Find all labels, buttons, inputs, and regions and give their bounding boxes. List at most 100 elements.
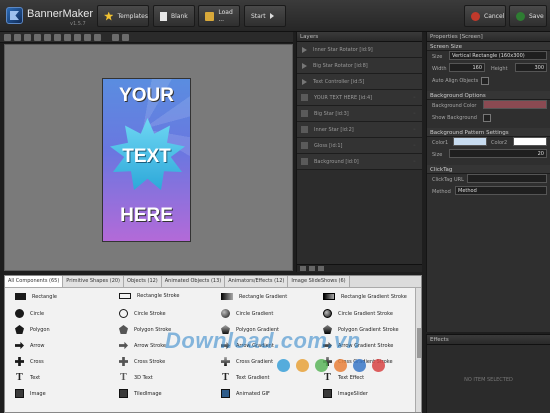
visibility-icon[interactable]: ◦ bbox=[413, 127, 416, 133]
components-tabs: All Components (65) Primitive Shapes (20… bbox=[5, 276, 421, 288]
tab-animators-effects[interactable]: Animators/Effects (12) bbox=[225, 276, 289, 287]
load-button[interactable]: Load ... bbox=[198, 5, 240, 27]
stage-canvas[interactable]: YOUR TEXT HERE bbox=[4, 44, 293, 271]
tab-animated-objects[interactable]: Animated Objects (13) bbox=[161, 276, 226, 287]
size-select[interactable]: Vertical Rectangle (160x300) bbox=[449, 51, 547, 60]
component-item[interactable]: Polygon bbox=[15, 325, 50, 334]
clicktag-url-input[interactable] bbox=[467, 174, 547, 183]
align-top-icon[interactable] bbox=[34, 34, 41, 41]
show-bg-checkbox[interactable] bbox=[483, 114, 491, 122]
component-item[interactable]: Cross bbox=[15, 357, 44, 366]
align-bottom-icon[interactable] bbox=[54, 34, 61, 41]
circle-icon bbox=[15, 309, 24, 318]
banner-text-middle[interactable]: TEXT bbox=[103, 146, 190, 168]
component-item[interactable]: T Text bbox=[15, 373, 40, 383]
component-item[interactable]: Circle Gradient Stroke bbox=[323, 309, 393, 318]
blank-button[interactable]: Blank bbox=[153, 5, 195, 27]
component-label: Rectangle Stroke bbox=[137, 293, 180, 299]
component-item[interactable]: Cross Gradient bbox=[221, 357, 273, 366]
3d-text-icon: T bbox=[120, 372, 127, 383]
components-scrollbar[interactable] bbox=[415, 288, 421, 412]
effects-empty-text: NO ITEM SELECTED bbox=[464, 377, 513, 383]
component-item[interactable]: Circle Stroke bbox=[119, 309, 166, 318]
color1-swatch[interactable] bbox=[453, 137, 487, 146]
cross-gradient-icon bbox=[221, 357, 230, 366]
undo-icon[interactable] bbox=[112, 34, 119, 41]
visibility-icon[interactable]: ◦ bbox=[413, 143, 416, 149]
cut-icon[interactable] bbox=[74, 34, 81, 41]
start-label: Start bbox=[251, 12, 266, 20]
clicktag-header[interactable]: ClickTag bbox=[427, 165, 550, 174]
component-item[interactable]: Rectangle Gradient Stroke bbox=[323, 293, 407, 300]
watermark-dot bbox=[372, 359, 385, 372]
tab-image-slideshows[interactable]: Image SlideShows (6) bbox=[288, 276, 350, 287]
component-item[interactable]: Arrow Stroke bbox=[119, 341, 166, 350]
color2-swatch[interactable] bbox=[513, 137, 547, 146]
scrollbar-thumb[interactable] bbox=[417, 328, 421, 358]
component-item[interactable]: Cross Stroke bbox=[119, 357, 165, 366]
save-button[interactable]: Save bbox=[509, 5, 547, 27]
align-right-icon[interactable] bbox=[24, 34, 31, 41]
component-label: Cross Gradient bbox=[236, 358, 274, 365]
layer-row[interactable]: YOUR TEXT HERE [id:4] ◦ bbox=[297, 90, 422, 106]
component-item[interactable]: Animated GIF bbox=[221, 389, 270, 398]
component-item[interactable]: T 3D Text bbox=[119, 372, 153, 383]
layer-row[interactable]: Big Star [id:3] ◦ bbox=[297, 106, 422, 122]
component-item[interactable]: Circle bbox=[15, 309, 44, 318]
layer-row[interactable]: Big Star Rotator [id:8] bbox=[297, 58, 422, 74]
component-item[interactable]: Polygon Stroke bbox=[119, 325, 171, 334]
component-item[interactable]: Arrow bbox=[15, 341, 44, 350]
component-item[interactable]: Rectangle Stroke bbox=[119, 293, 179, 299]
component-item[interactable]: T Text Effect bbox=[323, 373, 364, 383]
tab-primitive-shapes[interactable]: Primitive Shapes (20) bbox=[63, 276, 125, 287]
align-center-icon[interactable] bbox=[14, 34, 21, 41]
height-input[interactable]: 300 bbox=[515, 63, 547, 72]
add-layer-icon[interactable] bbox=[300, 266, 306, 271]
expand-icon[interactable] bbox=[302, 46, 307, 53]
width-input[interactable]: 160 bbox=[449, 63, 485, 72]
pattern-size-input[interactable]: 20 bbox=[449, 149, 547, 158]
component-item[interactable]: T Text Gradient bbox=[221, 373, 269, 383]
layer-row[interactable]: Gloss [id:1] ◦ bbox=[297, 138, 422, 154]
banner-text-bottom[interactable]: HERE bbox=[103, 205, 190, 227]
visibility-icon[interactable]: ◦ bbox=[413, 159, 416, 165]
screen-size-header[interactable]: Screen Size bbox=[427, 42, 550, 51]
align-left-icon[interactable] bbox=[4, 34, 11, 41]
auto-align-checkbox[interactable] bbox=[481, 77, 489, 85]
circle-stroke-icon bbox=[119, 309, 128, 318]
expand-icon[interactable] bbox=[302, 78, 307, 85]
cancel-button[interactable]: Cancel bbox=[464, 5, 506, 27]
component-item[interactable]: Circle Gradient bbox=[221, 309, 273, 318]
bg-color-label: Background Color bbox=[432, 103, 477, 109]
bg-color-swatch[interactable] bbox=[483, 100, 547, 109]
banner-preview[interactable]: YOUR TEXT HERE bbox=[102, 78, 191, 242]
layer-row[interactable]: Inner Star Rotator [id:9] bbox=[297, 42, 422, 58]
expand-icon[interactable] bbox=[302, 62, 307, 69]
lock-layer-icon[interactable] bbox=[318, 266, 324, 271]
pattern-header[interactable]: Background Pattern Settings bbox=[427, 128, 550, 137]
layer-row[interactable]: Background [id:0] ◦ bbox=[297, 154, 422, 170]
component-item[interactable]: Rectangle bbox=[15, 293, 57, 300]
redo-icon[interactable] bbox=[122, 34, 129, 41]
delete-layer-icon[interactable] bbox=[309, 266, 315, 271]
visibility-icon[interactable]: ◦ bbox=[413, 111, 416, 117]
component-item[interactable]: TiledImage bbox=[119, 389, 162, 398]
align-middle-icon[interactable] bbox=[44, 34, 51, 41]
templates-button[interactable]: Templates bbox=[97, 5, 149, 27]
layer-row[interactable]: Text Controller [id:5] bbox=[297, 74, 422, 90]
component-item[interactable]: Rectangle Gradient bbox=[221, 293, 287, 300]
delete-icon[interactable] bbox=[94, 34, 101, 41]
component-item[interactable]: Image bbox=[15, 389, 46, 398]
layer-label: YOUR TEXT HERE [id:4] bbox=[314, 94, 373, 101]
tab-all-components[interactable]: All Components (65) bbox=[5, 276, 64, 287]
tab-objects[interactable]: Objects (12) bbox=[124, 276, 162, 287]
component-item[interactable]: ImageSlider bbox=[323, 389, 368, 398]
start-button[interactable]: Start bbox=[244, 5, 286, 27]
visibility-icon[interactable]: ◦ bbox=[413, 95, 416, 101]
banner-text-top[interactable]: YOUR bbox=[103, 85, 190, 107]
method-select[interactable]: Method bbox=[455, 186, 547, 195]
layer-row[interactable]: Inner Star [id:2] ◦ bbox=[297, 122, 422, 138]
copy-icon[interactable] bbox=[84, 34, 91, 41]
background-options-header[interactable]: Background Options bbox=[427, 91, 550, 100]
distribute-icon[interactable] bbox=[64, 34, 71, 41]
